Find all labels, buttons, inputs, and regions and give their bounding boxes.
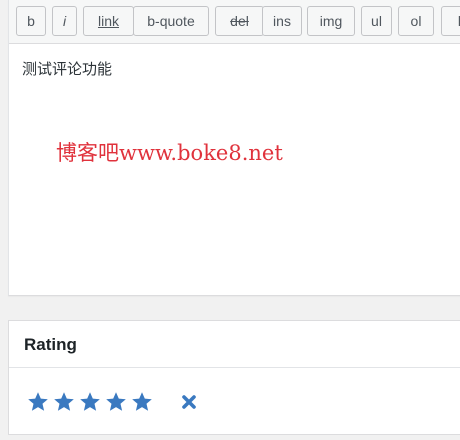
italic-button[interactable]: i — [52, 6, 77, 36]
ol-button[interactable]: ol — [398, 6, 434, 36]
star-icon[interactable] — [27, 391, 49, 413]
star-icon[interactable] — [131, 391, 153, 413]
ul-button[interactable]: ul — [361, 6, 392, 36]
blockquote-button[interactable]: b-quote — [133, 6, 209, 36]
rating-header: Rating — [9, 321, 460, 368]
comment-textarea-content[interactable]: 测试评论功能 — [22, 58, 112, 79]
watermark-text: 博客吧www.boke8.net — [56, 141, 283, 165]
star-icon[interactable] — [53, 391, 75, 413]
img-button[interactable]: img — [307, 6, 355, 36]
close-icon[interactable] — [180, 393, 198, 411]
star-icon[interactable] — [105, 391, 127, 413]
li-button[interactable]: li — [441, 6, 460, 36]
rating-panel: Rating — [8, 320, 460, 435]
comment-editor: b i link b-quote del ins img ul ol li 测试… — [8, 0, 460, 296]
rating-title: Rating — [24, 335, 77, 354]
ins-button[interactable]: ins — [262, 6, 302, 36]
bold-button[interactable]: b — [16, 6, 46, 36]
link-button[interactable]: link — [83, 6, 134, 36]
quicktags-toolbar: b i link b-quote del ins img ul ol li — [9, 0, 460, 44]
del-button[interactable]: del — [215, 6, 264, 36]
star-icon[interactable] — [79, 391, 101, 413]
